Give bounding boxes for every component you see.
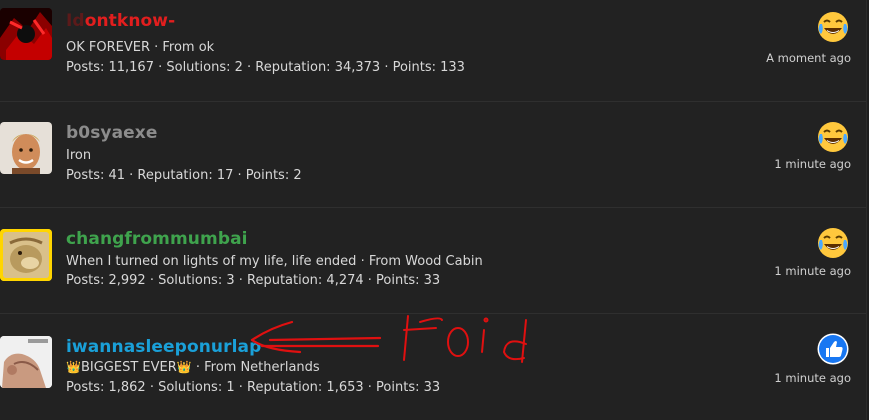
user-stats: Posts: 41 · Reputation: 17 · Points: 2 (66, 168, 302, 183)
username[interactable]: changfrommumbai (66, 229, 248, 249)
timestamp[interactable]: 1 minute ago (774, 371, 851, 385)
user-title: 👑BIGGEST EVER👑 · From Netherlands (66, 360, 320, 375)
list-item: iwannasleeponurlap 👑BIGGEST EVER👑 · From… (0, 314, 866, 420)
avatar[interactable] (0, 122, 52, 174)
laughing-crying-emoji-icon[interactable] (816, 226, 850, 260)
timestamp[interactable]: 1 minute ago (774, 157, 851, 171)
laughing-crying-emoji-icon[interactable] (816, 10, 850, 44)
avatar[interactable] (0, 229, 52, 281)
username-part-red: ontknow- (84, 11, 176, 31)
title-text: BIGGEST EVER (80, 360, 177, 375)
user-stats: Posts: 11,167 · Solutions: 2 · Reputatio… (66, 60, 465, 75)
user-stats: Posts: 1,862 · Solutions: 1 · Reputation… (66, 380, 441, 395)
crown-icon: 👑 (66, 360, 81, 374)
list-item: changfrommumbai When I turned on lights … (0, 208, 866, 314)
user-stats: Posts: 2,992 · Solutions: 3 · Reputation… (66, 273, 441, 288)
user-title: OK FOREVER · From ok (66, 40, 215, 55)
avatar[interactable] (0, 336, 52, 388)
crown-icon: 👑 (176, 360, 192, 374)
list-item: Idontknow- OK FOREVER · From ok Posts: 1… (0, 0, 866, 102)
username[interactable]: b0syaexe (66, 123, 158, 143)
avatar[interactable] (0, 8, 52, 60)
username-part-dark: Id (66, 11, 85, 31)
list-item: b0syaexe Iron Posts: 41 · Reputation: 17… (0, 102, 866, 208)
title-location: · From Netherlands (191, 360, 320, 375)
reactions-list: Idontknow- OK FOREVER · From ok Posts: 1… (0, 0, 867, 420)
timestamp[interactable]: 1 minute ago (774, 264, 851, 278)
timestamp[interactable]: A moment ago (766, 51, 851, 65)
thumbs-up-icon[interactable] (816, 332, 850, 366)
user-title: Iron (66, 148, 92, 163)
username[interactable]: iwannasleeponurlap (66, 337, 261, 357)
user-title: When I turned on lights of my life, life… (66, 254, 483, 269)
laughing-crying-emoji-icon[interactable] (816, 120, 850, 154)
username[interactable]: Idontknow- (66, 11, 175, 31)
